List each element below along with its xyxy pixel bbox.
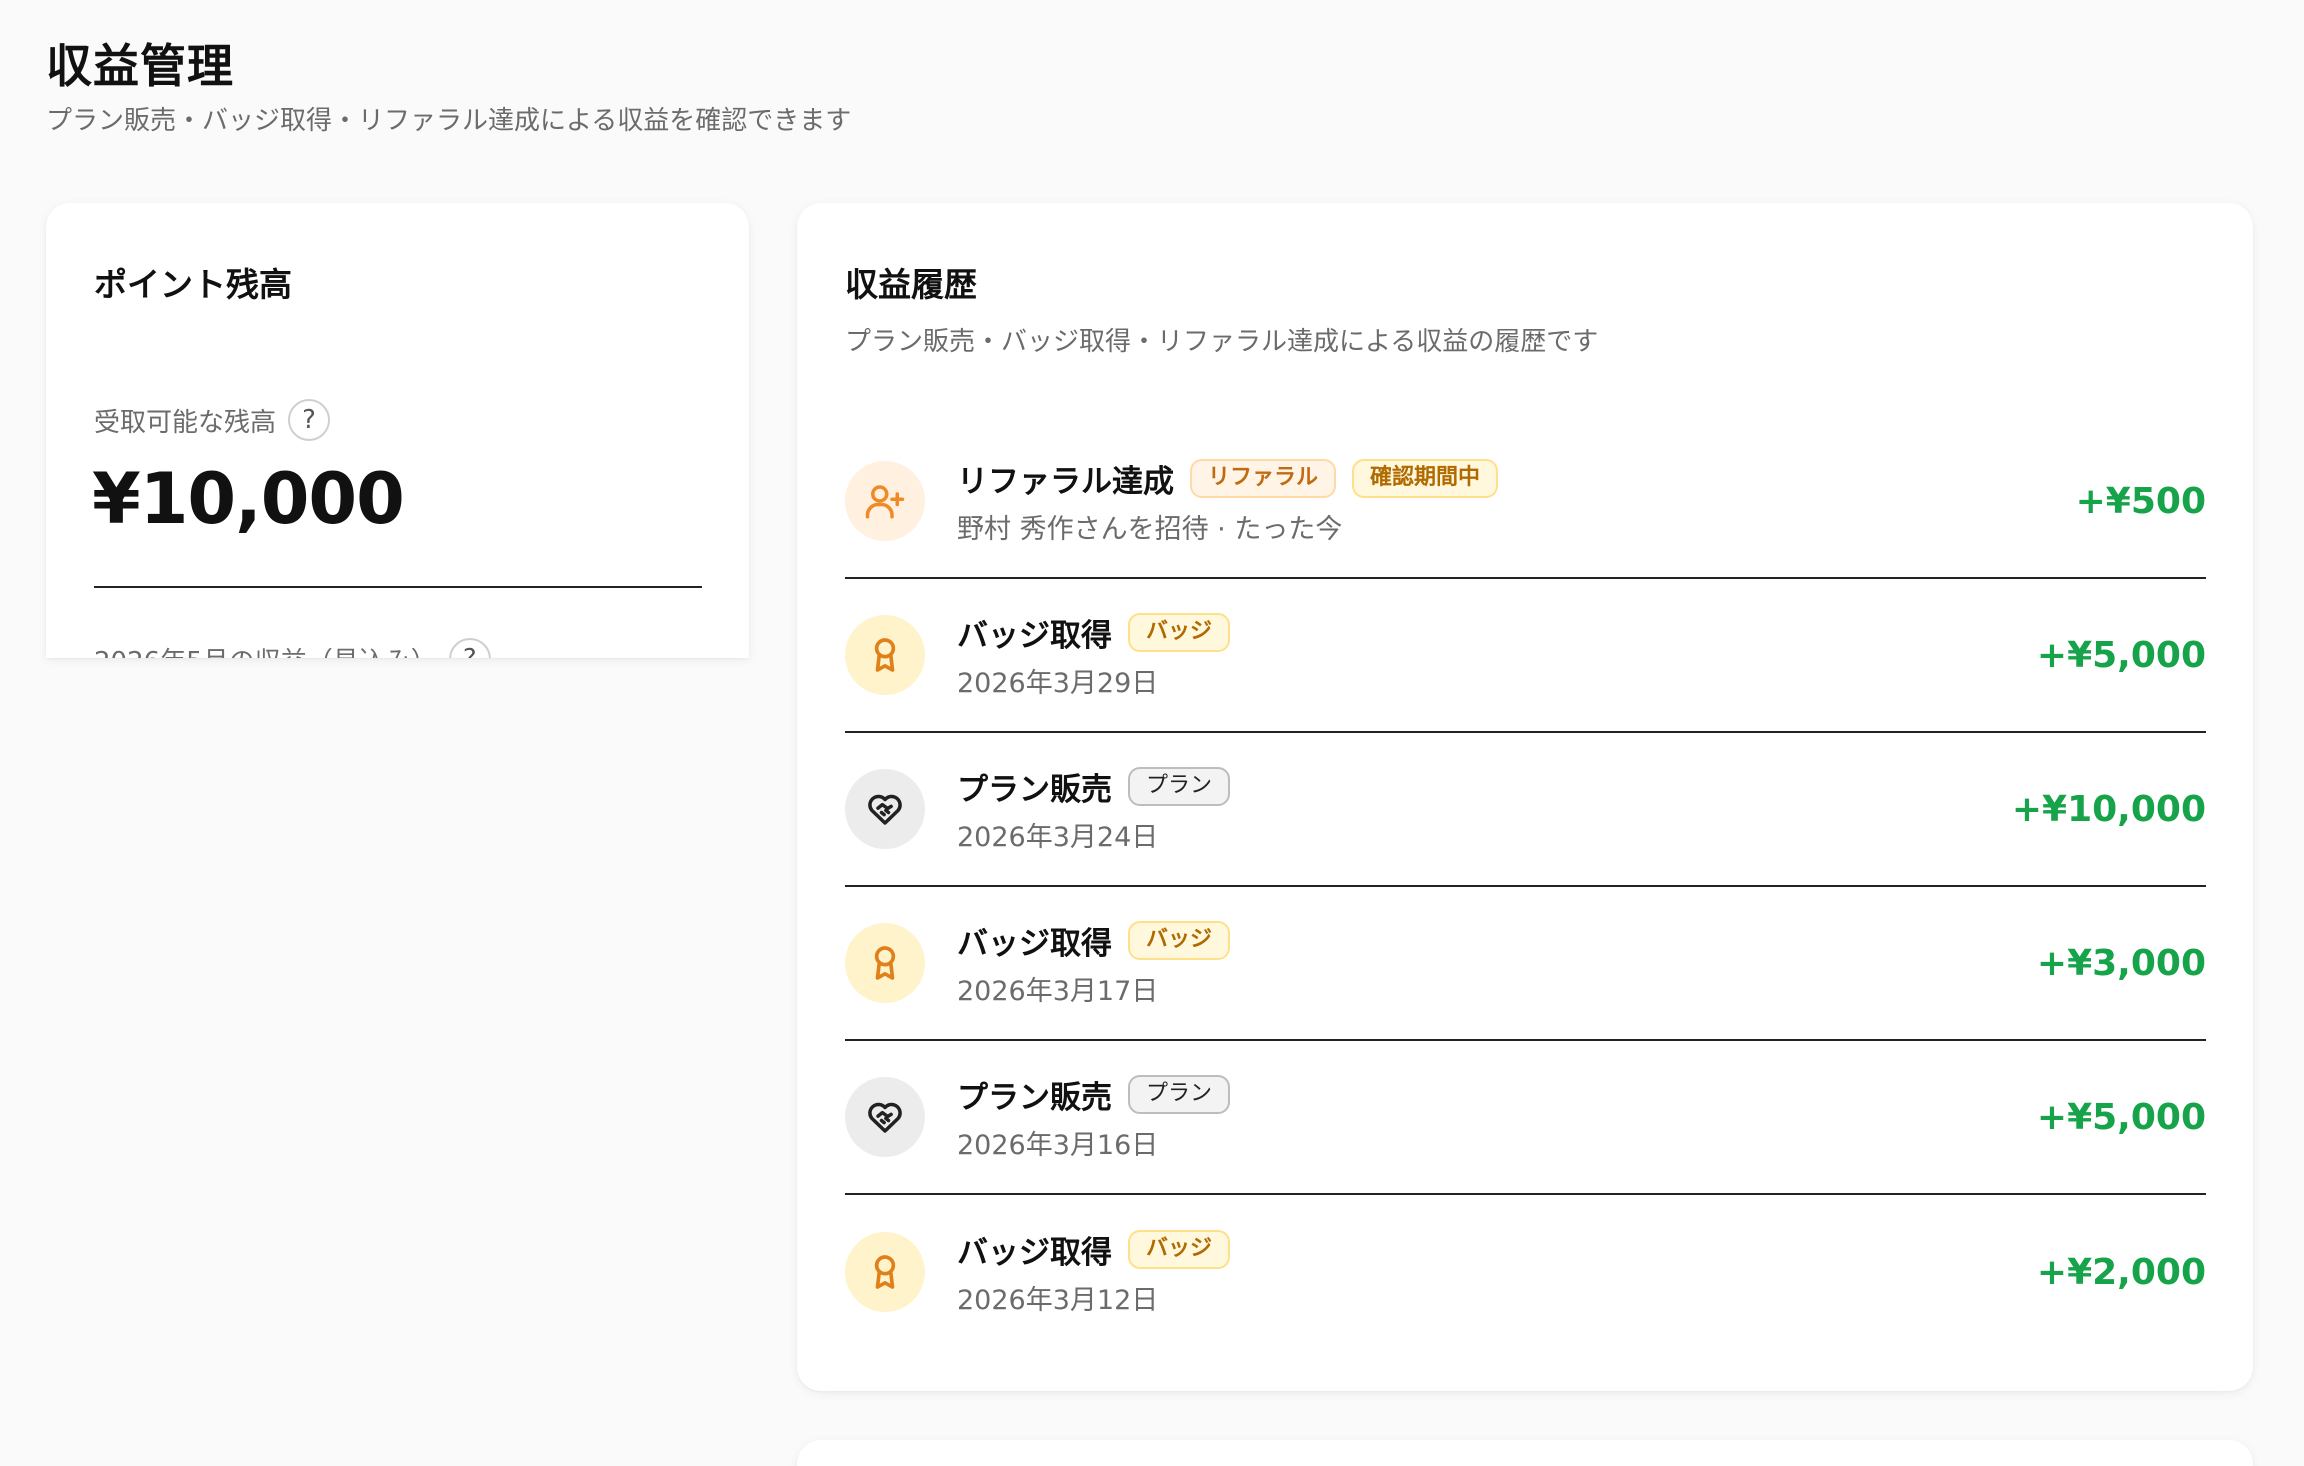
history-row-title-line: プラン販売 プラン [957,1072,2037,1117]
history-row-title-line: バッジ取得 バッジ [957,1227,2037,1272]
history-card-title: 収益履歴 [845,265,977,304]
history-row-date: 2026年3月17日 [957,976,1159,1007]
history-row-title-line: バッジ取得 バッジ [957,918,2037,963]
badge-tag: バッジ [1128,1230,1231,1269]
history-row-title: バッジ取得 [957,1235,1112,1271]
history-row-plan: プラン販売 プラン 2026年3月16日 +¥5,000 [845,1041,2206,1195]
history-row-badge: バッジ取得 バッジ 2026年3月17日 +¥3,000 [845,887,2206,1041]
history-row-title: バッジ取得 [957,618,1112,654]
balance-divider [94,586,702,588]
available-balance-amount: ¥10,000 [92,458,405,540]
history-row-amount: +¥10,000 [2011,788,2206,830]
monthly-earnings-label-row: 2026年5月の収益（見込み） ? [94,638,491,658]
referral-tag: リファラル [1190,459,1337,498]
available-balance-label-row: 受取可能な残高 ? [94,399,331,441]
history-row-title-line: バッジ取得 バッジ [957,610,2037,655]
history-row-date: 2026年3月24日 [957,822,1159,853]
balance-card-title: ポイント残高 [94,265,292,304]
handshake-heart-icon [845,1077,925,1157]
history-row-date: 2026年3月29日 [957,668,1159,699]
history-row-subtitle: 野村 秀作さんを招待 · たった今 [957,514,1343,545]
history-row-badge: バッジ取得 バッジ 2026年3月29日 +¥5,000 [845,579,2206,733]
user-plus-icon [845,461,925,541]
history-row-referral: リファラル達成 リファラル 確認期間中 野村 秀作さんを招待 · たった今 +¥… [845,425,2206,579]
history-row-plan: プラン販売 プラン 2026年3月24日 +¥10,000 [845,733,2206,887]
help-icon[interactable]: ? [448,638,491,658]
point-balance-card: ポイント残高 受取可能な残高 ? ¥10,000 2026年5月の収益（見込み）… [46,203,749,658]
history-row-title-line: リファラル達成 リファラル 確認期間中 [957,456,2076,501]
history-row-amount: +¥3,000 [2036,942,2206,984]
history-row-body: リファラル達成 リファラル 確認期間中 野村 秀作さんを招待 · たった今 [957,456,2076,546]
history-row-date: 2026年3月16日 [957,1130,1159,1161]
earnings-history-list: リファラル達成 リファラル 確認期間中 野村 秀作さんを招待 · たった今 +¥… [845,425,2206,1349]
history-row-body: バッジ取得 バッジ 2026年3月12日 [957,1227,2037,1317]
next-section-card [797,1440,2253,1466]
history-row-amount: +¥500 [2075,480,2206,522]
page-title: 収益管理 [46,39,234,93]
page-subtitle: プラン販売・バッジ取得・リファラル達成による収益を確認できます [46,106,852,136]
history-row-body: プラン販売 プラン 2026年3月16日 [957,1072,2037,1162]
history-row-title: プラン販売 [957,772,1112,808]
earnings-history-card: 収益履歴 プラン販売・バッジ取得・リファラル達成による収益の履歴です リファラル… [797,203,2253,1391]
history-card-description: プラン販売・バッジ取得・リファラル達成による収益の履歴です [845,327,1599,357]
award-icon [845,923,925,1003]
history-row-title: プラン販売 [957,1080,1112,1116]
award-icon [845,1232,925,1312]
history-row-amount: +¥5,000 [2036,634,2206,676]
badge-tag: バッジ [1128,613,1231,652]
earnings-page: 収益管理 プラン販売・バッジ取得・リファラル達成による収益を確認できます ポイン… [0,0,2304,1466]
available-balance-label: 受取可能な残高 [94,407,277,438]
history-row-title: バッジ取得 [957,926,1112,962]
monthly-earnings-label: 2026年5月の収益（見込み） [94,641,437,659]
help-icon[interactable]: ? [288,399,331,441]
history-row-body: バッジ取得 バッジ 2026年3月17日 [957,918,2037,1008]
award-icon [845,615,925,695]
history-row-date: 2026年3月12日 [957,1285,1159,1316]
history-row-badge: バッジ取得 バッジ 2026年3月12日 +¥2,000 [845,1195,2206,1349]
plan-tag: プラン [1128,767,1231,806]
history-row-amount: +¥5,000 [2036,1096,2206,1138]
pending-status-tag: 確認期間中 [1352,459,1499,498]
history-row-amount: +¥2,000 [2036,1251,2206,1293]
history-row-title-line: プラン販売 プラン [957,764,2012,809]
history-row-body: バッジ取得 バッジ 2026年3月29日 [957,610,2037,700]
history-row-body: プラン販売 プラン 2026年3月24日 [957,764,2012,854]
handshake-heart-icon [845,769,925,849]
badge-tag: バッジ [1128,921,1231,960]
history-row-title: リファラル達成 [957,464,1174,500]
plan-tag: プラン [1128,1075,1231,1114]
